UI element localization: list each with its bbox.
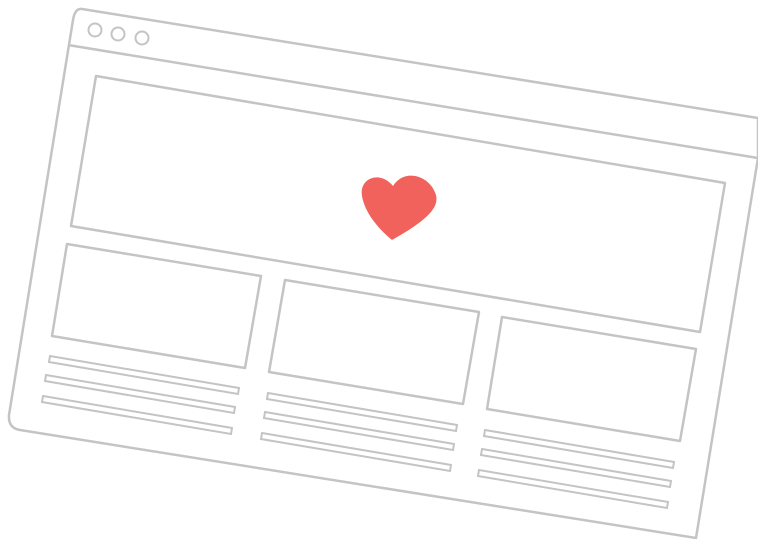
card-2-image	[267, 278, 481, 406]
wireframe-svg	[7, 7, 758, 539]
maximize-dot	[134, 30, 150, 46]
minimize-dot	[110, 26, 126, 42]
close-dot	[87, 22, 103, 38]
browser-window-frame	[7, 7, 758, 539]
card-1-image	[50, 242, 263, 370]
heart-icon	[361, 175, 437, 240]
website-wireframe-illustration	[0, 0, 758, 539]
card-3-image	[485, 315, 698, 443]
